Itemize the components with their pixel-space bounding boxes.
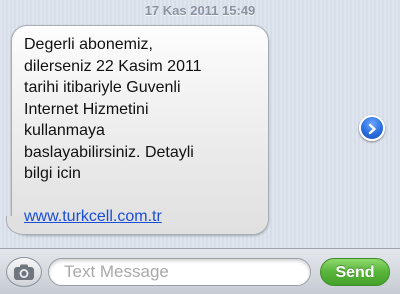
forward-button[interactable]	[359, 115, 385, 141]
message-text: Degerli abonemiz, dilerseniz 22 Kasim 20…	[24, 36, 202, 182]
message-thread: 17 Kas 2011 15:49 Degerli abonemiz, dile…	[0, 0, 400, 248]
message-input[interactable]	[49, 259, 310, 285]
incoming-message-bubble: Degerli abonemiz, dilerseniz 22 Kasim 20…	[6, 25, 269, 235]
send-button[interactable]: Send	[320, 258, 390, 286]
message-link[interactable]: www.turkcell.com.tr	[24, 206, 162, 228]
compose-bar: Send	[0, 248, 400, 294]
camera-icon	[13, 263, 35, 281]
message-timestamp: 17 Kas 2011 15:49	[144, 3, 256, 18]
message-input-field[interactable]	[48, 258, 311, 286]
camera-button[interactable]	[6, 257, 42, 287]
chevron-right-icon	[366, 122, 378, 135]
